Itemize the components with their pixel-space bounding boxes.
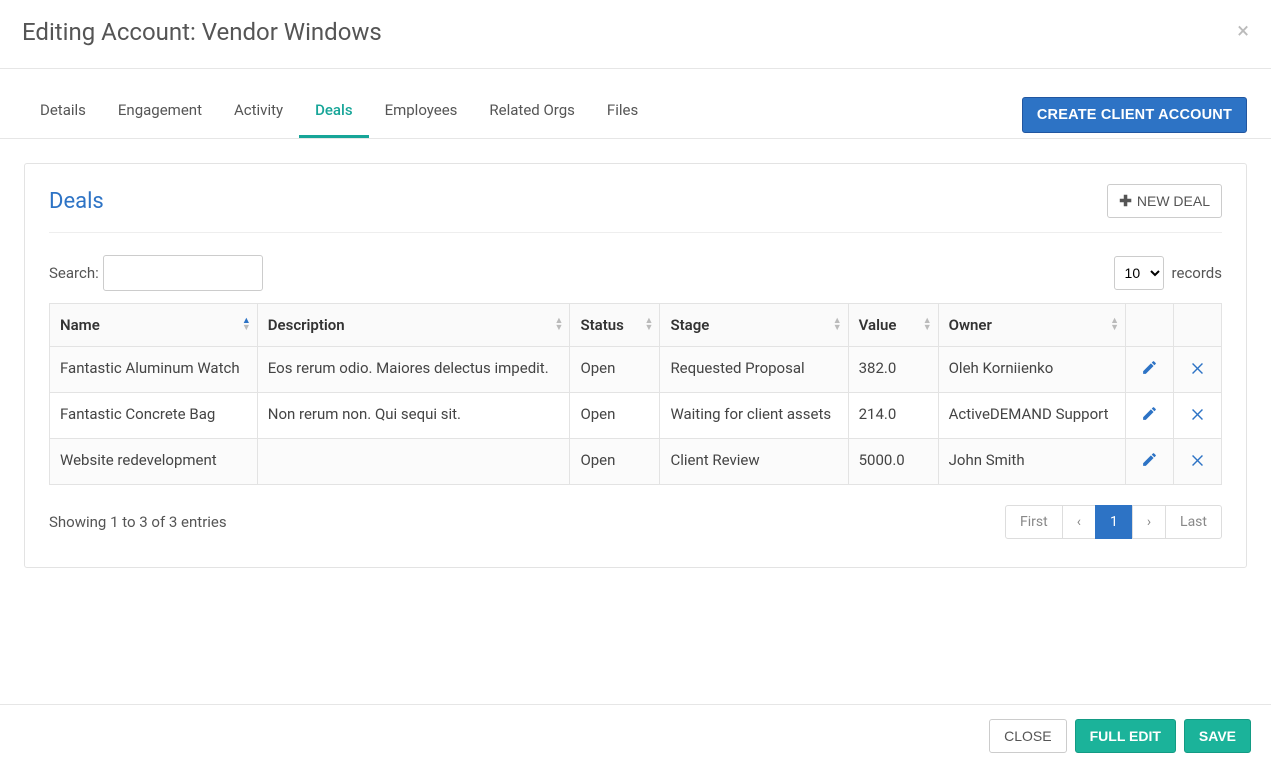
new-deal-label: NEW DEAL bbox=[1137, 193, 1210, 209]
edit-icon[interactable] bbox=[1141, 451, 1158, 468]
search-input[interactable] bbox=[103, 255, 263, 291]
col-owner[interactable]: Owner ▲▼ bbox=[938, 304, 1125, 347]
page-prev[interactable]: ‹ bbox=[1062, 505, 1096, 539]
cell-status: Open bbox=[570, 439, 660, 485]
close-button[interactable]: CLOSE bbox=[989, 719, 1066, 753]
new-deal-button[interactable]: ✚ NEW DEAL bbox=[1107, 184, 1222, 218]
panel-title: Deals bbox=[49, 189, 104, 214]
chevron-left-icon: ‹ bbox=[1077, 514, 1081, 530]
sort-icon: ▲▼ bbox=[833, 318, 842, 332]
cell-stage: Client Review bbox=[660, 439, 848, 485]
showing-text: Showing 1 to 3 of 3 entries bbox=[49, 513, 227, 531]
full-edit-button[interactable]: FULL EDIT bbox=[1075, 719, 1176, 753]
search-wrap: Search: bbox=[49, 255, 263, 291]
cell-value: 214.0 bbox=[848, 393, 938, 439]
table-footer: Showing 1 to 3 of 3 entries First ‹ 1 › … bbox=[49, 505, 1222, 539]
cell-status: Open bbox=[570, 393, 660, 439]
create-client-account-button[interactable]: CREATE CLIENT ACCOUNT bbox=[1022, 97, 1247, 133]
controls-row: Search: 10 records bbox=[49, 255, 1222, 291]
cell-status: Open bbox=[570, 347, 660, 393]
col-edit bbox=[1126, 304, 1174, 347]
sort-icon: ▲▼ bbox=[923, 318, 932, 332]
tab-related-orgs[interactable]: Related Orgs bbox=[473, 91, 590, 138]
cell-value: 382.0 bbox=[848, 347, 938, 393]
tab-employees[interactable]: Employees bbox=[369, 91, 474, 138]
edit-icon[interactable] bbox=[1141, 405, 1158, 422]
plus-icon: ✚ bbox=[1119, 192, 1132, 210]
cell-owner: Oleh Korniienko bbox=[938, 347, 1125, 393]
cell-description bbox=[257, 439, 570, 485]
cell-description: Non rerum non. Qui sequi sit. bbox=[257, 393, 570, 439]
page-first[interactable]: First bbox=[1005, 505, 1063, 539]
delete-icon[interactable] bbox=[1189, 359, 1206, 376]
delete-icon[interactable] bbox=[1189, 405, 1206, 422]
modal-editing-account: Editing Account: Vendor Windows × Detail… bbox=[0, 0, 1271, 767]
cell-stage: Waiting for client assets bbox=[660, 393, 848, 439]
cell-name: Fantastic Aluminum Watch bbox=[50, 347, 258, 393]
records-label: records bbox=[1172, 264, 1222, 282]
search-label: Search: bbox=[49, 264, 99, 282]
col-delete bbox=[1174, 304, 1222, 347]
sort-icon: ▲▼ bbox=[1110, 318, 1119, 332]
save-button[interactable]: SAVE bbox=[1184, 719, 1251, 753]
modal-header: Editing Account: Vendor Windows × bbox=[0, 0, 1271, 69]
sort-icon: ▲▼ bbox=[645, 318, 654, 332]
cell-name: Website redevelopment bbox=[50, 439, 258, 485]
cell-owner: ActiveDEMAND Support bbox=[938, 393, 1125, 439]
sort-icon: ▲▼ bbox=[242, 318, 251, 332]
cell-stage: Requested Proposal bbox=[660, 347, 848, 393]
table-header-row: Name ▲▼ Description ▲▼ Status ▲▼ Stage ▲… bbox=[50, 304, 1222, 347]
col-status[interactable]: Status ▲▼ bbox=[570, 304, 660, 347]
tabs-bar: Details Engagement Activity Deals Employ… bbox=[0, 69, 1271, 139]
records-wrap: 10 records bbox=[1114, 256, 1222, 290]
page-1[interactable]: 1 bbox=[1095, 505, 1133, 539]
table-row: Website redevelopment OpenClient Review50… bbox=[50, 439, 1222, 485]
edit-icon[interactable] bbox=[1141, 359, 1158, 376]
col-value[interactable]: Value ▲▼ bbox=[848, 304, 938, 347]
records-select[interactable]: 10 bbox=[1114, 256, 1164, 290]
modal-footer: CLOSE FULL EDIT SAVE bbox=[0, 704, 1271, 767]
deals-panel: Deals ✚ NEW DEAL Search: 10 records bbox=[24, 163, 1247, 568]
chevron-right-icon: › bbox=[1147, 514, 1151, 530]
pagination: First ‹ 1 › Last bbox=[1006, 505, 1222, 539]
tab-engagement[interactable]: Engagement bbox=[102, 91, 218, 138]
col-stage[interactable]: Stage ▲▼ bbox=[660, 304, 848, 347]
col-description[interactable]: Description ▲▼ bbox=[257, 304, 570, 347]
cell-description: Eos rerum odio. Maiores delectus impedit… bbox=[257, 347, 570, 393]
tabs-list: Details Engagement Activity Deals Employ… bbox=[24, 91, 654, 138]
table-row: Fantastic Aluminum WatchEos rerum odio. … bbox=[50, 347, 1222, 393]
panel-header: Deals ✚ NEW DEAL bbox=[49, 184, 1222, 233]
sort-icon: ▲▼ bbox=[555, 318, 564, 332]
table-row: Fantastic Concrete BagNon rerum non. Qui… bbox=[50, 393, 1222, 439]
tab-activity[interactable]: Activity bbox=[218, 91, 299, 138]
delete-icon[interactable] bbox=[1189, 451, 1206, 468]
cell-name: Fantastic Concrete Bag bbox=[50, 393, 258, 439]
cell-owner: John Smith bbox=[938, 439, 1125, 485]
tab-files[interactable]: Files bbox=[591, 91, 654, 138]
modal-title: Editing Account: Vendor Windows bbox=[22, 18, 382, 46]
deals-table: Name ▲▼ Description ▲▼ Status ▲▼ Stage ▲… bbox=[49, 303, 1222, 485]
page-next[interactable]: › bbox=[1132, 505, 1166, 539]
page-last[interactable]: Last bbox=[1165, 505, 1222, 539]
col-name[interactable]: Name ▲▼ bbox=[50, 304, 258, 347]
close-icon[interactable]: × bbox=[1237, 21, 1249, 43]
cell-value: 5000.0 bbox=[848, 439, 938, 485]
tab-details[interactable]: Details bbox=[24, 91, 102, 138]
tab-deals[interactable]: Deals bbox=[299, 91, 368, 138]
